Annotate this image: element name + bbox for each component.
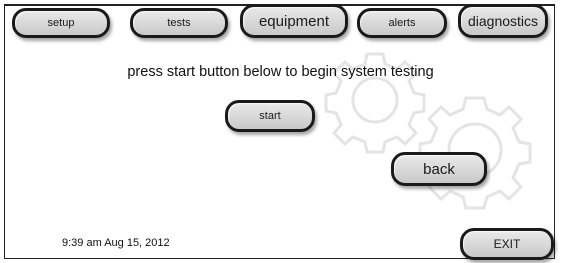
- tests-button[interactable]: tests: [130, 8, 228, 38]
- back-button[interactable]: back: [391, 152, 487, 186]
- alerts-button[interactable]: alerts: [357, 8, 447, 38]
- setup-button[interactable]: setup: [12, 8, 110, 38]
- equipment-button[interactable]: equipment: [240, 4, 348, 38]
- exit-button-label: EXIT: [493, 237, 521, 251]
- diagnostics-button-label: diagnostics: [467, 13, 539, 29]
- instruction-text: press start button below to begin system…: [127, 64, 434, 80]
- start-button-label: start: [259, 109, 281, 122]
- diagnostics-button[interactable]: diagnostics: [458, 4, 548, 38]
- alerts-button-label: alerts: [388, 16, 416, 29]
- start-button[interactable]: start: [225, 100, 315, 132]
- exit-button[interactable]: EXIT: [460, 228, 554, 260]
- tests-button-label: tests: [167, 16, 191, 29]
- equipment-button-label: equipment: [258, 12, 330, 30]
- timestamp: 9:39 am Aug 15, 2012: [62, 237, 170, 249]
- back-button-label: back: [423, 160, 455, 178]
- setup-button-label: setup: [47, 16, 75, 29]
